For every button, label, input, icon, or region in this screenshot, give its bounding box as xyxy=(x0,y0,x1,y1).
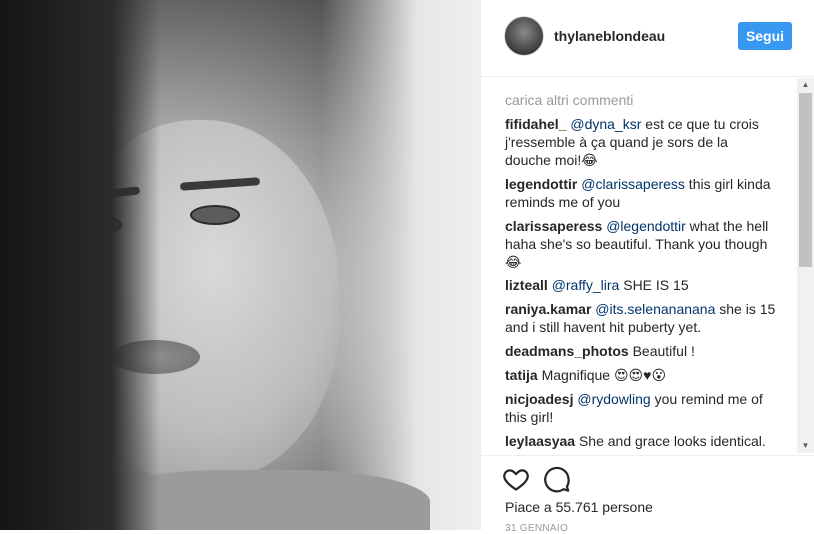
comment-text: SHE IS 15 xyxy=(619,277,689,293)
comment-item: raniya.kamar @its.selenananana she is 15… xyxy=(505,300,777,336)
comment-mention[interactable]: @rydowling xyxy=(577,391,650,407)
comment-username[interactable]: clarissaperess xyxy=(505,218,602,234)
comment-item: lizteall @raffy_lira SHE IS 15 xyxy=(505,276,777,294)
comments-list: carica altri commenti fifidahel_ @dyna_k… xyxy=(481,77,796,454)
follow-button[interactable]: Segui xyxy=(738,22,792,50)
post-side-panel: thylaneblondeau Segui carica altri comme… xyxy=(481,0,814,534)
comment-username[interactable]: leylaasyaa xyxy=(505,433,575,449)
comment-username[interactable]: deadmans_photos xyxy=(505,343,629,359)
photo-hair xyxy=(0,0,160,530)
heart-icon[interactable] xyxy=(502,465,530,493)
scroll-up-arrow-icon[interactable]: ▲ xyxy=(797,78,814,92)
comment-mention[interactable]: @dyna_ksr xyxy=(570,116,641,132)
post-actions: Piace a 55.761 persone 31 GENNAIO xyxy=(481,455,814,534)
comment-bubble-icon[interactable] xyxy=(543,465,571,493)
comment-text: Magnifique 😍😍♥😮 xyxy=(541,367,667,383)
comment-item: legendottir @clarissaperess this girl ki… xyxy=(505,175,777,211)
comment-username[interactable]: tatija xyxy=(505,367,538,383)
comment-mention[interactable]: @legendottir xyxy=(606,218,686,234)
comment-username[interactable]: raniya.kamar xyxy=(505,301,591,317)
comment-mention[interactable]: @raffy_lira xyxy=(552,277,620,293)
photo-background xyxy=(321,0,481,530)
comment-item: deadmans_photos Beautiful ! xyxy=(505,342,777,360)
scrollbar-thumb[interactable] xyxy=(799,93,812,267)
comment-mention[interactable]: @clarissaperess xyxy=(581,176,685,192)
likes-count[interactable]: Piace a 55.761 persone xyxy=(505,499,653,515)
comments-scrollbar[interactable]: ▲ ▼ xyxy=(797,78,814,453)
comment-mention[interactable]: @its.selenananana xyxy=(595,301,715,317)
comment-username[interactable]: lizteall xyxy=(505,277,548,293)
comment-text: She and grace looks identical. xyxy=(578,433,766,449)
comment-item: nicjoadesj @rydowling you remind me of t… xyxy=(505,390,777,426)
avatar[interactable] xyxy=(504,16,544,56)
photo-eye-right xyxy=(190,205,240,225)
load-more-comments-link[interactable]: carica altri commenti xyxy=(505,92,633,108)
post-photo[interactable] xyxy=(0,0,481,530)
comment-item: tatija Magnifique 😍😍♥😮 xyxy=(505,366,777,384)
scroll-down-arrow-icon[interactable]: ▼ xyxy=(797,439,814,453)
post-username[interactable]: thylaneblondeau xyxy=(554,28,665,44)
post-header: thylaneblondeau Segui xyxy=(481,0,814,77)
comment-username[interactable]: legendottir xyxy=(505,176,577,192)
comment-item: clarissaperess @legendottir what the hel… xyxy=(505,217,777,271)
comment-item: fifidahel_ @dyna_ksr est ce que tu crois… xyxy=(505,115,777,169)
post-date: 31 GENNAIO xyxy=(505,523,569,534)
comment-item: leylaasyaa She and grace looks identical… xyxy=(505,432,777,450)
comment-username[interactable]: nicjoadesj xyxy=(505,391,573,407)
comment-username[interactable]: fifidahel_ xyxy=(505,116,566,132)
comment-text: Beautiful ! xyxy=(632,343,695,359)
